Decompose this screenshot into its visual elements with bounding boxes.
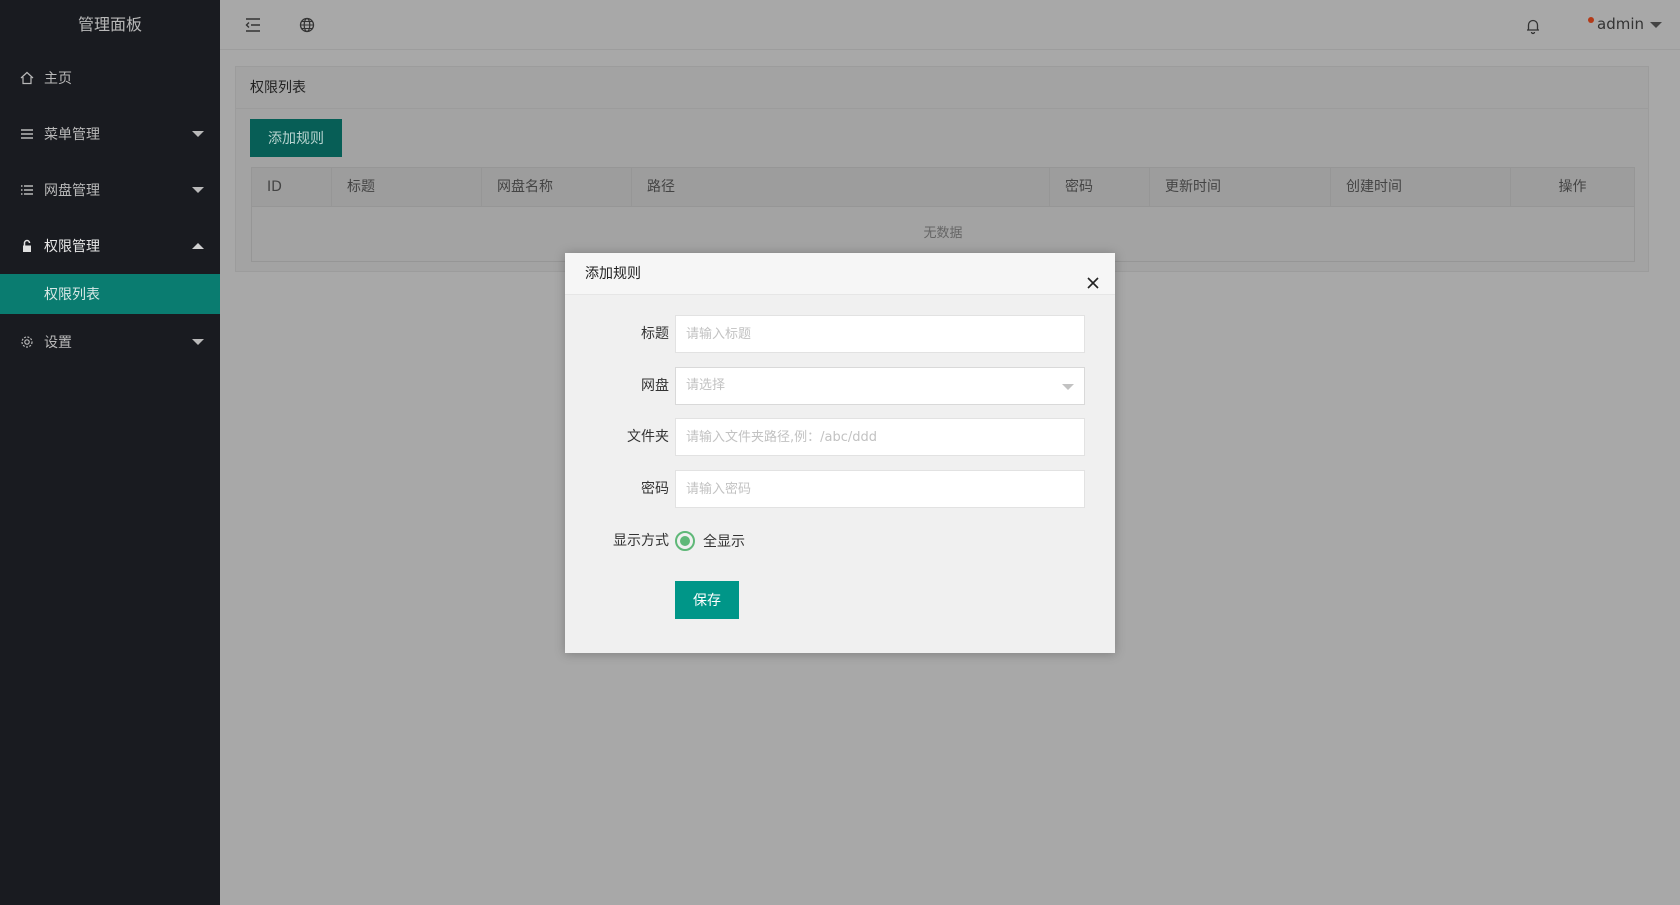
column-header[interactable]: 密码 [1050, 168, 1150, 207]
radio-checked-dot [680, 536, 690, 546]
field-label: 标题 [641, 326, 669, 342]
chevron-up-icon [192, 243, 204, 249]
chevron-down-icon [1650, 21, 1662, 28]
column-header[interactable]: 路径 [632, 168, 1050, 207]
top-header [220, 0, 1680, 50]
sidebar-item-permission-list[interactable]: 权限列表 [0, 274, 220, 314]
sidebar-item-label: 设置 [44, 335, 72, 351]
column-header[interactable]: 操作 [1511, 168, 1634, 207]
username: admin [1597, 15, 1644, 33]
chevron-down-icon [192, 339, 204, 345]
save-button[interactable]: 保存 [675, 581, 739, 619]
chevron-down-icon [192, 131, 204, 137]
panel-title: 权限列表 [236, 67, 1648, 109]
drive-select[interactable]: 请选择 [675, 367, 1085, 405]
radio-button[interactable] [675, 531, 695, 551]
add-rule-modal: 添加规则 标题 网盘 请选择 文件夹 密码 显示方式 全显示 保存 [565, 253, 1115, 653]
gear-icon [20, 335, 34, 349]
home-icon [20, 71, 34, 85]
form-row-folder: 文件夹 [565, 418, 1115, 456]
title-input[interactable] [675, 315, 1085, 353]
folder-path-input[interactable] [675, 418, 1085, 456]
modal-title: 添加规则 [585, 266, 641, 282]
sidebar-item-drive-management[interactable]: 网盘管理 [0, 162, 220, 218]
brand-title: 管理面板 [77, 15, 142, 34]
table-header: ID 标题 网盘名称 路径 密码 更新时间 创建时间 操作 [252, 168, 1634, 207]
permission-table: ID 标题 网盘名称 路径 密码 更新时间 创建时间 操作 无数据 [251, 167, 1635, 262]
password-input[interactable] [675, 470, 1085, 508]
permission-list-panel: 权限列表 添加规则 ID 标题 网盘名称 路径 密码 更新时间 创建时间 操作 … [235, 66, 1649, 272]
form-row-drive: 网盘 请选择 [565, 367, 1115, 405]
sidebar-item-label: 主页 [44, 71, 72, 87]
form-row-display: 显示方式 全显示 [565, 522, 1115, 560]
sidebar-item-menu-management[interactable]: 菜单管理 [0, 106, 220, 162]
user-menu[interactable]: admin [1597, 15, 1662, 33]
column-header[interactable]: 标题 [332, 168, 482, 207]
sidebar-item-settings[interactable]: 设置 [0, 314, 220, 370]
bell-icon[interactable] [1524, 17, 1542, 35]
add-rule-button[interactable]: 添加规则 [250, 119, 342, 157]
globe-icon[interactable] [298, 16, 316, 34]
column-header[interactable]: 网盘名称 [482, 168, 632, 207]
modal-header: 添加规则 [565, 253, 1115, 295]
form-row-password: 密码 [565, 470, 1115, 508]
chevron-down-icon [192, 187, 204, 193]
select-placeholder: 请选择 [686, 378, 726, 393]
sidebar-item-label: 网盘管理 [44, 183, 100, 199]
form-row-title: 标题 [565, 315, 1115, 353]
field-label: 网盘 [641, 378, 669, 394]
menu-icon [20, 127, 34, 141]
field-label: 密码 [641, 481, 669, 497]
sidebar-item-permission-management[interactable]: 权限管理 [0, 218, 220, 274]
sidebar-item-label: 权限管理 [44, 239, 100, 255]
list-icon [20, 183, 34, 197]
sidebar-subitem-label: 权限列表 [44, 287, 100, 303]
sidebar: 管理面板 主页 菜单管理 网盘管理 权限管理 权限列表 设置 [0, 0, 220, 905]
chevron-down-icon [1062, 384, 1074, 390]
sidebar-item-home[interactable]: 主页 [0, 50, 220, 106]
column-header[interactable]: 创建时间 [1331, 168, 1511, 207]
field-label: 文件夹 [627, 429, 669, 445]
column-header[interactable]: ID [252, 168, 332, 207]
field-label: 显示方式 [613, 533, 669, 549]
display-mode-radio[interactable]: 全显示 [675, 522, 745, 560]
notification-badge [1588, 17, 1594, 23]
sidebar-item-label: 菜单管理 [44, 127, 100, 143]
lock-icon [20, 239, 34, 253]
collapse-sidebar-icon[interactable] [244, 16, 262, 34]
close-icon[interactable] [1085, 266, 1101, 289]
radio-label: 全显示 [703, 534, 745, 550]
column-header[interactable]: 更新时间 [1150, 168, 1331, 207]
